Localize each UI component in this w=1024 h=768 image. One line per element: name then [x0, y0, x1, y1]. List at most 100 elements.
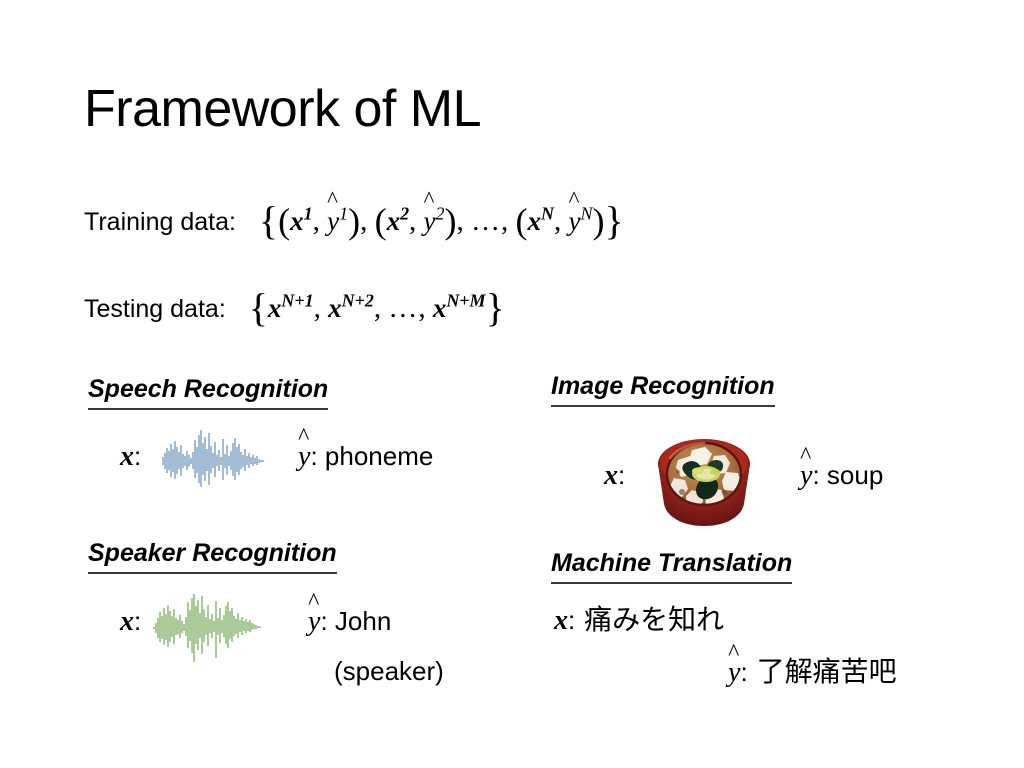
scallion [710, 469, 720, 475]
colon: : [134, 606, 141, 636]
x-symbol: x [328, 293, 342, 323]
broth-speck [676, 470, 680, 474]
x-symbol: x [433, 293, 447, 323]
close-brace: } [486, 285, 505, 330]
open-paren: ( [375, 201, 387, 241]
page-title: Framework of ML [84, 80, 481, 140]
comma: , [554, 205, 561, 237]
ellipsis: … [471, 205, 501, 237]
translation-output-label: ^y: 了解痛苦吧 [728, 658, 897, 687]
colon: : [812, 460, 819, 490]
colon: : [134, 441, 141, 471]
speaker-output-text: John [335, 606, 391, 636]
x-superscript: N+M [446, 290, 485, 310]
spacer [575, 603, 584, 636]
open-brace: { [259, 198, 278, 243]
broth-speck [721, 489, 726, 494]
colon: : [740, 657, 747, 687]
open-paren: ( [278, 201, 290, 241]
speech-input-label: x: [120, 443, 141, 471]
y-hat-symbol: ^y [298, 443, 310, 471]
broth-speck [679, 489, 685, 495]
ellipsis: … [388, 292, 418, 324]
image-output-text: soup [827, 460, 883, 490]
x-superscript: N+2 [342, 290, 374, 310]
testing-data-row: Testing data: {xN+1, xN+2, …, xN+M} [84, 284, 505, 324]
close-paren: ) [445, 201, 457, 241]
testing-data-label: Testing data: [84, 295, 226, 323]
colon: : [310, 441, 317, 471]
training-data-formula: {(x1, ^y1), (x2, ^y2), …, (xN, ^yN)} [259, 205, 624, 237]
testing-data-formula: {xN+1, xN+2, …, xN+M} [249, 292, 505, 324]
y-superscript: 2 [436, 203, 445, 223]
hat-accent: ^ [308, 591, 319, 615]
x-symbol: x [554, 605, 568, 636]
x-superscript: 2 [400, 203, 409, 223]
audio-waveform-icon [160, 425, 268, 497]
y-hat-symbol: ^y [424, 206, 436, 236]
x-superscript: N+1 [281, 290, 313, 310]
hat-accent: ^ [728, 642, 739, 666]
miso-soup-photo [648, 422, 760, 532]
speaker-output-label: ^y: John [308, 608, 391, 636]
section-heading-speech-recognition: Speech Recognition [88, 375, 328, 410]
training-data-label: Training data: [84, 208, 236, 236]
x-symbol: x [268, 293, 282, 323]
comma: , [374, 292, 381, 324]
y-hat-symbol: ^y [327, 206, 339, 236]
x-symbol: x [290, 206, 304, 236]
speaker-output-qualifier: (speaker) [334, 658, 444, 684]
comma: , [418, 292, 425, 324]
translation-input-label: x: 痛みを知れ [554, 606, 724, 635]
spacer [748, 655, 757, 688]
section-heading-speaker-recognition: Speaker Recognition [88, 539, 337, 574]
comma: , [501, 205, 508, 237]
image-input-label: x: [604, 462, 625, 490]
x-superscript: N [541, 203, 554, 223]
y-superscript: 1 [339, 203, 348, 223]
speech-output-label: ^y: phoneme [298, 443, 433, 471]
translation-target-text: 了解痛苦吧 [757, 655, 897, 688]
hat-accent: ^ [424, 189, 435, 212]
spacer [328, 606, 335, 636]
comma: , [457, 205, 464, 237]
comma: , [313, 205, 320, 237]
close-paren: ) [348, 201, 360, 241]
colon: : [320, 606, 327, 636]
scallion [692, 468, 704, 475]
colon: : [618, 460, 625, 490]
y-hat-symbol: ^y [569, 206, 581, 236]
translation-source-text: 痛みを知れ [584, 603, 724, 636]
section-heading-image-recognition: Image Recognition [551, 372, 775, 407]
close-brace: } [604, 198, 623, 243]
comma: , [360, 205, 367, 237]
training-data-row: Training data: {(x1, ^y1), (x2, ^y2), …,… [84, 197, 624, 237]
close-paren: ) [592, 201, 604, 241]
y-hat-symbol: ^y [728, 659, 740, 687]
speaker-input-label: x: [120, 608, 141, 636]
hat-accent: ^ [298, 426, 309, 450]
x-symbol: x [604, 460, 618, 491]
x-superscript: 1 [304, 203, 313, 223]
x-symbol: x [120, 606, 134, 637]
image-output-label: ^y: soup [800, 462, 883, 490]
comma: , [409, 205, 416, 237]
y-hat-symbol: ^y [800, 462, 812, 490]
section-heading-machine-translation: Machine Translation [551, 549, 792, 584]
comma: , [314, 292, 321, 324]
y-hat-symbol: ^y [308, 608, 320, 636]
x-symbol: x [120, 441, 134, 472]
open-paren: ( [516, 201, 528, 241]
speech-output-text: phoneme [325, 441, 433, 471]
y-superscript: N [580, 203, 592, 223]
x-symbol: x [528, 206, 542, 236]
audio-waveform-icon [152, 590, 268, 666]
spacer [820, 460, 827, 490]
hat-accent: ^ [800, 445, 811, 469]
speaker-output-qualifier-text: (speaker) [334, 656, 444, 686]
hat-accent: ^ [569, 189, 580, 212]
open-brace: { [249, 285, 268, 330]
speech-output-value [318, 441, 325, 471]
x-symbol: x [387, 206, 401, 236]
hat-accent: ^ [327, 189, 338, 212]
